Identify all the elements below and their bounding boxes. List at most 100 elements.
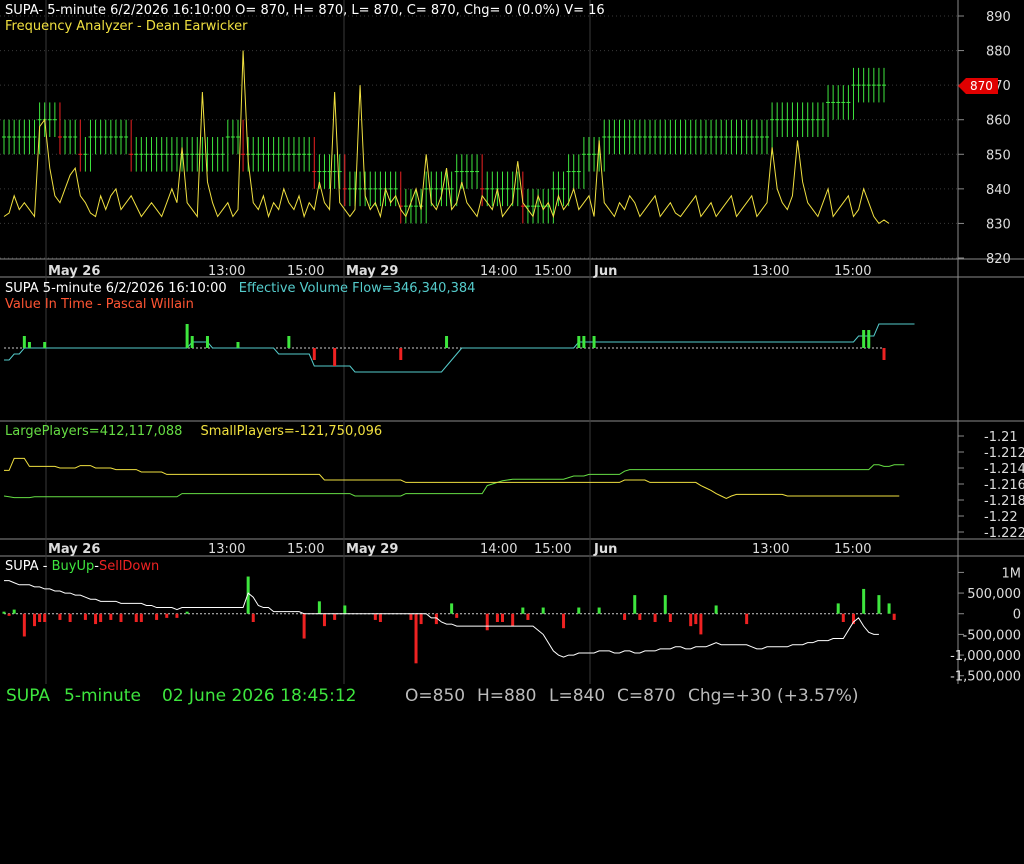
time-axis-label: 15:00 <box>534 264 571 279</box>
buysell-bar <box>38 613 42 622</box>
time-axis-label: 15:00 <box>287 264 324 279</box>
buysell-bar <box>165 613 169 618</box>
buysell-bar <box>668 613 672 622</box>
buysell-tick-label: 0 <box>1013 608 1021 623</box>
buysell-bar <box>653 613 657 622</box>
price-tick-label: 820 <box>986 252 1011 267</box>
buysell-bar <box>251 613 255 622</box>
status-symbol: SUPA <box>6 686 51 706</box>
buysell-bar <box>414 613 418 664</box>
buysell-bar <box>623 613 627 620</box>
value-in-time-bar <box>205 336 209 348</box>
small-players-line <box>4 457 900 499</box>
players-tick-label: -1.218 <box>984 494 1024 509</box>
value-in-time-bar <box>185 324 189 348</box>
buysell-bar <box>745 613 749 625</box>
chart-frame <box>0 0 1024 684</box>
buysell-bar <box>43 613 47 622</box>
buysell-tick-label: -1,000,000 <box>950 649 1021 664</box>
value-in-time-bar <box>592 336 596 348</box>
value-in-time-bar <box>190 336 194 348</box>
buysell-bar <box>419 613 423 625</box>
buysell-tick-label: 1M <box>1002 566 1022 581</box>
buysell-tick-label: 500,000 <box>967 587 1021 602</box>
buysell-bar <box>317 601 321 614</box>
players-tick-label: -1.214 <box>984 462 1024 477</box>
time-axis-label: 15:00 <box>287 542 324 557</box>
buysell-bar <box>450 603 454 614</box>
buysell-bar <box>333 613 337 620</box>
time-axis-label: 14:00 <box>480 264 517 279</box>
buysell-bar <box>836 603 840 614</box>
value-in-time-bar <box>287 336 291 348</box>
status-datetime: 02 June 2026 18:45:12 <box>162 686 357 706</box>
buysell-bar <box>562 613 566 629</box>
buysell-bar <box>663 595 667 614</box>
buysell-bar <box>714 605 718 614</box>
buysell-bar <box>577 607 581 614</box>
buysell-bar <box>68 613 72 622</box>
time-axis-label: 15:00 <box>834 542 871 557</box>
price-pane-header: SUPA- 5-minute 6/2/2026 16:10:00 O= 870,… <box>5 3 605 18</box>
buysell-bar <box>409 613 413 620</box>
time-axis-label: 13:00 <box>208 542 245 557</box>
status-interval: 5-minute <box>64 686 141 706</box>
buysell-bar <box>597 607 601 614</box>
time-axis-label: 15:00 <box>834 264 871 279</box>
value-in-time-bar <box>312 348 316 360</box>
value-in-time-bar <box>862 330 866 348</box>
buysell-bar <box>343 605 347 614</box>
buysell-bar <box>485 613 489 631</box>
buysell-bar <box>119 613 123 622</box>
buysell-bar <box>877 595 881 614</box>
status-open: O=850 <box>405 686 466 706</box>
axis-labels: May 26 13:00 15:00 May 29 14:00 15:00 Jun 13:00… <box>48 10 1024 684</box>
value-in-time-bar <box>43 342 47 348</box>
status-high: H=880 <box>477 686 537 706</box>
buysell-bar <box>689 613 693 627</box>
time-axis-label: 14:00 <box>480 542 517 557</box>
buysell-bar <box>633 595 637 614</box>
value-in-time-bar <box>445 336 449 348</box>
players-tick-label: -1.212 <box>984 446 1024 461</box>
buysell-bar <box>134 613 138 622</box>
buysell-bar <box>155 613 159 620</box>
time-axis-label: 13:00 <box>208 264 245 279</box>
buysell-bar <box>862 588 866 614</box>
buysell-tick-label: -1,500,000 <box>950 670 1021 684</box>
last-price-tag: 870 <box>958 78 998 94</box>
time-axis-label: 13:00 <box>752 264 789 279</box>
buysell-bar <box>175 613 179 618</box>
time-axis-label: Jun <box>593 264 617 279</box>
buysell-bar <box>694 613 698 625</box>
time-axis-label: Jun <box>593 542 617 557</box>
status-change: Chg=+30 (+3.57%) <box>688 686 859 706</box>
volume-pane-indicator: Value In Time - Pascal Willain <box>5 297 194 312</box>
volume-pane-header: SUPA 5-minute 6/2/2026 16:10:00 Effectiv… <box>5 281 475 296</box>
price-tick-label: 860 <box>986 114 1011 129</box>
buysell-bar <box>892 613 896 620</box>
buysell-bar <box>638 613 642 620</box>
buysell-bar <box>699 613 703 635</box>
buysell-bar <box>322 613 326 627</box>
price-tick-label: 850 <box>986 148 1011 163</box>
buysell-bar <box>185 611 189 614</box>
value-in-time-bar <box>236 342 240 348</box>
buysell-bar <box>12 609 16 614</box>
time-axis-label: 15:00 <box>534 542 571 557</box>
buysell-bar <box>58 613 62 620</box>
value-in-time-bar <box>882 348 886 360</box>
time-axis-label: May 29 <box>346 542 398 557</box>
buysell-bar <box>94 613 98 625</box>
time-axis-label: May 26 <box>48 264 100 279</box>
buysell-bar <box>526 613 530 620</box>
buysell-bar <box>373 613 377 620</box>
buysell-bar <box>83 613 87 620</box>
buysell-bar <box>2 611 6 614</box>
players-pane-header: LargePlayers=412,117,088 SmallPlayers=-1… <box>5 424 382 439</box>
time-axis-label: May 26 <box>48 542 100 557</box>
players-tick-label: -1.22 <box>984 510 1018 525</box>
buysell-bar <box>841 613 845 622</box>
players-tick-label: -1.216 <box>984 478 1024 493</box>
status-low: L=840 <box>549 686 606 706</box>
